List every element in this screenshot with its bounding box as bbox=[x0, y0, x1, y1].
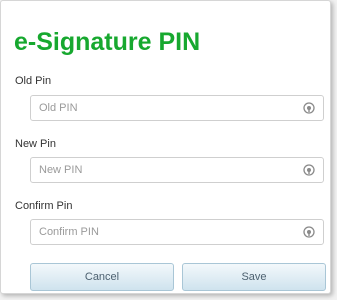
save-button[interactable]: Save bbox=[182, 263, 326, 291]
dialog-title: e-Signature PIN bbox=[14, 28, 201, 56]
eye-icon[interactable] bbox=[303, 102, 315, 114]
e-signature-pin-dialog: e-Signature PIN Old Pin Old PIN New Pin … bbox=[0, 0, 331, 294]
eye-icon[interactable] bbox=[303, 164, 315, 176]
cancel-button[interactable]: Cancel bbox=[30, 263, 174, 291]
confirm-pin-label: Confirm Pin bbox=[15, 200, 73, 212]
eye-icon[interactable] bbox=[303, 226, 315, 238]
new-pin-label: New Pin bbox=[15, 138, 56, 150]
old-pin-label: Old Pin bbox=[15, 75, 52, 87]
new-pin-placeholder: New PIN bbox=[39, 164, 83, 176]
new-pin-input[interactable]: New PIN bbox=[30, 157, 324, 183]
confirm-pin-placeholder: Confirm PIN bbox=[39, 226, 99, 238]
confirm-pin-input[interactable]: Confirm PIN bbox=[30, 219, 324, 245]
old-pin-placeholder: Old PIN bbox=[39, 102, 78, 114]
old-pin-input[interactable]: Old PIN bbox=[30, 95, 324, 121]
